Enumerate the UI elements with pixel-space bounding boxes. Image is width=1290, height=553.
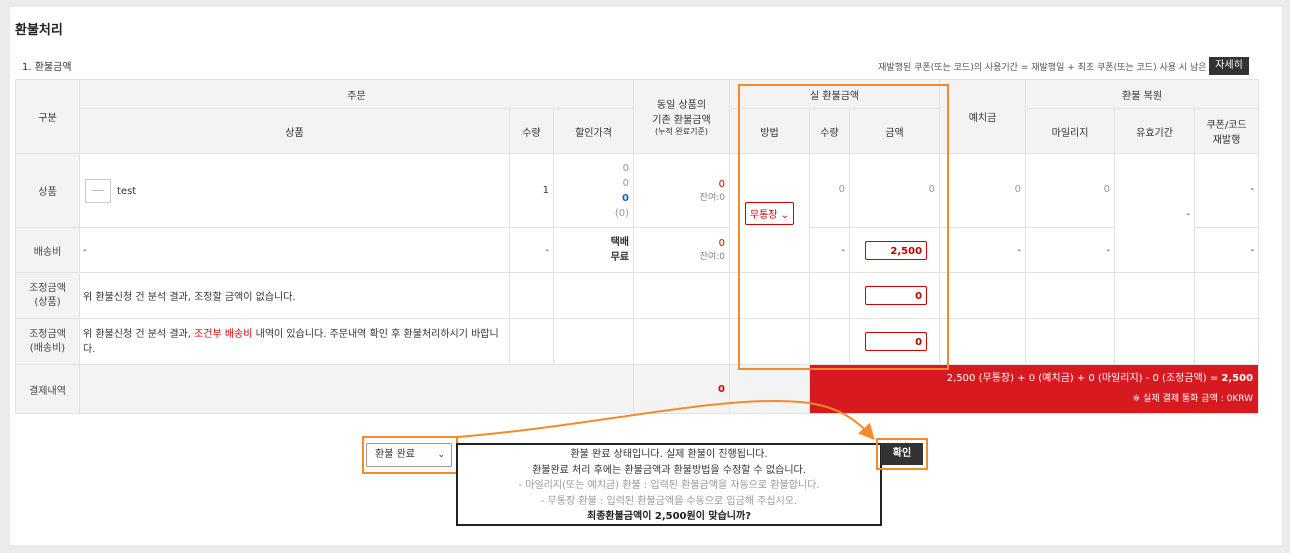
annotation-arrow: [457, 399, 875, 440]
